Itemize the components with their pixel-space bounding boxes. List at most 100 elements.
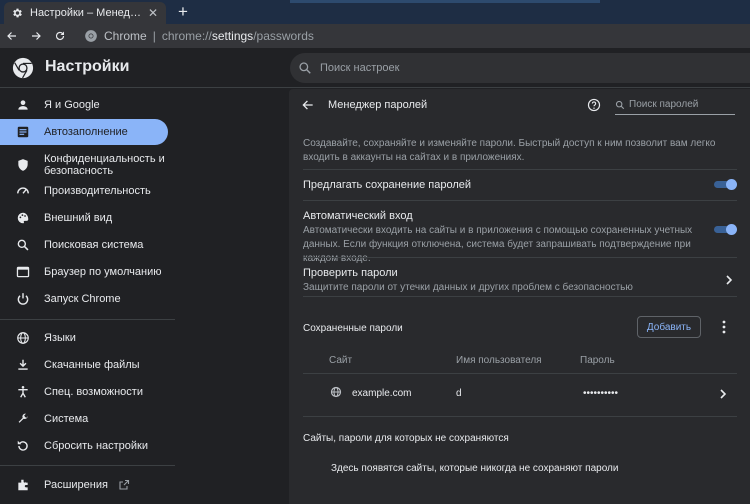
card-header: Менеджер паролей Поиск паролей: [289, 89, 750, 121]
password-search-placeholder: Поиск паролей: [629, 99, 699, 110]
sidebar-item-accessibility[interactable]: Спец. возможности: [0, 382, 168, 402]
globe-icon: [330, 386, 342, 398]
reset-icon: [17, 440, 28, 451]
url-scheme: chrome://: [161, 29, 212, 43]
chevron-right-icon[interactable]: [725, 275, 733, 285]
url-path: /passwords: [253, 29, 314, 43]
saved-passwords-title: Сохраненные пароли: [303, 323, 403, 334]
sidebar-item-label: Языки: [44, 332, 76, 344]
globe-icon: [17, 332, 29, 344]
address-bar[interactable]: Chrome | chrome://settings/passwords: [74, 25, 750, 47]
accessibility-icon: [18, 386, 28, 398]
column-header-username: Имя пользователя: [456, 355, 542, 366]
check-passwords-label: Проверить пароли: [303, 267, 398, 279]
tab-settings[interactable]: Настройки – Менеджер паролей ✕: [4, 2, 166, 24]
divider: [303, 416, 737, 417]
close-icon[interactable]: ✕: [146, 6, 160, 20]
browser-toolbar: Chrome | chrome://settings/passwords: [0, 24, 750, 48]
sidebar-item-you-and-google[interactable]: Я и Google: [0, 95, 168, 115]
sidebar-item-label: Скачанные файлы: [44, 359, 140, 371]
sidebar-item-languages[interactable]: Языки: [0, 328, 168, 348]
search-icon: [615, 100, 625, 109]
sidebar-item-label: Сбросить настройки: [44, 440, 149, 452]
add-password-button[interactable]: Добавить: [637, 316, 701, 338]
sidebar-item-label: Я и Google: [44, 99, 100, 111]
sidebar-item-reset[interactable]: Сбросить настройки: [0, 436, 168, 456]
wrench-icon: [18, 413, 28, 423]
arrow-left-icon: [7, 32, 16, 40]
chevron-right-icon[interactable]: [719, 389, 727, 399]
sidebar-item-label: Производительность: [44, 185, 151, 197]
gear-icon: [10, 6, 24, 20]
speed-icon: [17, 187, 29, 194]
sidebar-item-appearance[interactable]: Внешний вид: [0, 208, 168, 228]
divider: [303, 200, 737, 201]
browser-icon: [16, 266, 30, 278]
search-icon: [17, 239, 29, 251]
sidebar-item-privacy[interactable]: Конфиденциальность и безопасность: [0, 151, 168, 179]
search-placeholder: Поиск настроек: [320, 62, 400, 74]
sidebar-item-autofill[interactable]: Автозаполнение: [0, 119, 168, 145]
password-manager-card: Менеджер паролей Поиск паролей Создавайт…: [289, 89, 750, 504]
power-icon: [17, 293, 29, 305]
password-row-site[interactable]: example.com: [352, 388, 411, 399]
sidebar-item-startup[interactable]: Запуск Chrome: [0, 289, 168, 309]
sidebar-item-label: Конфиденциальность и безопасность: [44, 153, 165, 177]
settings-header: Настройки Поиск настроек: [0, 48, 750, 88]
sidebar-item-system[interactable]: Система: [0, 409, 168, 429]
back-button[interactable]: [0, 24, 24, 48]
sidebar-divider: [0, 319, 175, 320]
sidebar-item-label: Система: [44, 413, 89, 425]
sidebar-item-downloads[interactable]: Скачанные файлы: [0, 355, 168, 375]
sidebar-item-default-browser[interactable]: Браузер по умолчанию: [0, 262, 168, 282]
settings-search[interactable]: Поиск настроек: [290, 53, 750, 83]
extensions-icon: [18, 479, 28, 491]
back-arrow-icon[interactable]: [301, 98, 315, 112]
sidebar-item-search-engine[interactable]: Поисковая система: [0, 235, 168, 255]
reload-icon: [55, 31, 65, 41]
reload-button[interactable]: [48, 24, 72, 48]
column-header-site: Сайт: [329, 355, 353, 366]
divider: [303, 257, 737, 258]
help-icon[interactable]: [587, 98, 601, 112]
password-row-username: d: [456, 388, 462, 399]
open-external-icon: [119, 479, 130, 490]
more-vert-icon[interactable]: [717, 319, 731, 335]
palette-icon: [17, 212, 29, 224]
divider: [303, 373, 737, 374]
sidebar-item-label: Запуск Chrome: [44, 293, 121, 305]
autofill-icon: [17, 126, 29, 138]
forward-button[interactable]: [24, 24, 48, 48]
download-icon: [18, 359, 28, 370]
person-icon: [18, 100, 28, 110]
sidebar-divider: [0, 465, 175, 466]
shield-icon: [18, 159, 28, 171]
omnibox-separator: |: [152, 29, 156, 43]
auto-signin-toggle[interactable]: [714, 224, 737, 235]
never-saved-title: Сайты, пароли для которых не сохраняются: [303, 433, 509, 444]
tab-strip-highlight: [290, 0, 600, 3]
tab-strip: Настройки – Менеджер паролей ✕ +: [0, 0, 750, 24]
sidebar-item-label: Поисковая система: [44, 239, 144, 251]
arrow-right-icon: [32, 32, 41, 40]
search-icon: [299, 62, 311, 74]
password-search-input[interactable]: Поиск паролей: [615, 95, 735, 115]
divider: [303, 169, 737, 170]
auto-signin-description: Автоматически входить на сайты и в прило…: [303, 225, 693, 264]
offer-save-label: Предлагать сохранение паролей: [303, 179, 472, 191]
sidebar: Я и Google Автозаполнение Конфиденциальн…: [0, 89, 180, 504]
password-row-password: ••••••••••: [583, 388, 619, 399]
sidebar-item-label: Браузер по умолчанию: [44, 266, 162, 278]
new-tab-button[interactable]: +: [174, 3, 192, 21]
card-title: Менеджер паролей: [328, 99, 428, 111]
offer-save-toggle[interactable]: [714, 179, 737, 190]
sidebar-item-label: Внешний вид: [44, 212, 113, 224]
toggle-knob: [726, 224, 737, 235]
check-passwords-row[interactable]: Проверить пароли Защитите пароли от утеч…: [303, 267, 737, 295]
column-header-password: Пароль: [580, 355, 615, 366]
sidebar-item-extensions[interactable]: Расширения: [0, 475, 168, 495]
omnibox-chrome-label: Chrome: [104, 29, 147, 43]
sidebar-item-performance[interactable]: Производительность: [0, 181, 168, 201]
never-saved-empty-text: Здесь появятся сайты, которые никогда не…: [331, 463, 619, 474]
divider: [303, 296, 737, 297]
